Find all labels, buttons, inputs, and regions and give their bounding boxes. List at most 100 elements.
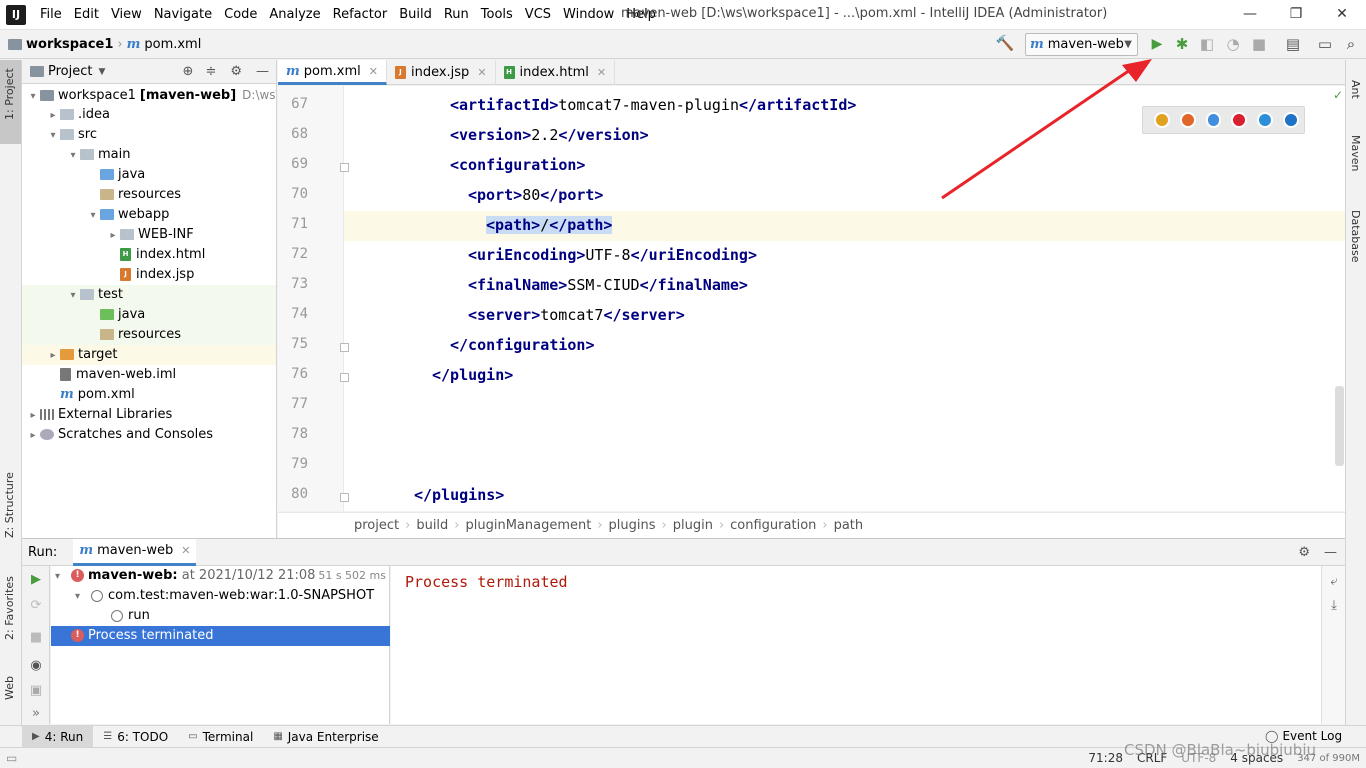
presentation-icon[interactable]: ▭	[1314, 33, 1336, 55]
profile-icon[interactable]: ◔	[1222, 33, 1244, 55]
run-icon[interactable]: ▶	[1146, 33, 1168, 55]
tree-item[interactable]: ▸ WEB-INF	[22, 225, 276, 246]
xml-breadcrumb-item[interactable]: pluginManagement	[466, 518, 592, 533]
tree-item[interactable]: java	[22, 305, 276, 325]
tree-item[interactable]: Hindex.html	[22, 245, 276, 265]
hide-panel-icon[interactable]: —	[1324, 545, 1337, 560]
eye-icon[interactable]: ◉	[28, 658, 44, 674]
code-editor[interactable]: 67 68 69 70 71 72 73 74 75 76 77 78 79 80 <artifactId…	[278, 86, 1345, 511]
xml-breadcrumb-item[interactable]: plugin	[673, 518, 713, 533]
chevron-down-icon[interactable]: ▾	[66, 286, 80, 306]
fold-marker[interactable]	[340, 163, 349, 172]
editor-tab-index-jsp[interactable]: Jindex.jsp ✕	[387, 60, 496, 85]
tool-tab-maven[interactable]: Maven	[1349, 135, 1362, 171]
ie-icon[interactable]	[1257, 112, 1274, 128]
gear-icon[interactable]: ⚙	[230, 64, 242, 79]
xml-breadcrumb-item[interactable]: build	[416, 518, 448, 533]
fold-marker[interactable]	[340, 493, 349, 502]
tool-tab--todo[interactable]: ☰ 6: TODO	[93, 726, 178, 748]
tool-tab-favorites[interactable]: 2: Favorites	[3, 576, 16, 640]
tree-item[interactable]: ▸ External Libraries	[22, 405, 276, 426]
chevron-right-icon[interactable]: ▸	[46, 106, 60, 126]
tree-item[interactable]: ▾ test	[22, 285, 276, 306]
xml-breadcrumb-item[interactable]: path	[834, 518, 864, 533]
status-layout-icon[interactable]: ▭	[6, 751, 17, 765]
xml-breadcrumb-item[interactable]: project	[354, 518, 399, 533]
tool-tab--run[interactable]: ▶ 4: Run	[22, 725, 94, 748]
chevron-right-icon[interactable]: ▸	[26, 406, 40, 426]
chevron-down-icon[interactable]: ▾	[75, 587, 91, 607]
tree-item[interactable]: ▸ Scratches and Consoles	[22, 425, 276, 446]
chevron-right-icon[interactable]: ▸	[26, 426, 40, 446]
chevron-down-icon[interactable]: ▼	[98, 67, 105, 77]
editor-tab-index-html[interactable]: Hindex.html ✕	[496, 60, 616, 85]
tool-tab-ant[interactable]: Ant	[1349, 80, 1362, 99]
tree-item[interactable]: Jindex.jsp	[22, 265, 276, 285]
tool-tab-project[interactable]: 1: Project	[3, 68, 16, 120]
stop-icon[interactable]: ■	[28, 630, 44, 646]
search-icon[interactable]: ⌕	[1340, 33, 1362, 55]
tree-item[interactable]: ▸ target	[22, 345, 276, 366]
chevron-down-icon[interactable]: ▾	[55, 567, 71, 587]
soft-wrap-icon[interactable]: ⤶	[1326, 574, 1342, 590]
caret-position[interactable]: 71:28	[1088, 751, 1123, 765]
run-console[interactable]: Process terminated	[391, 566, 1321, 724]
menu-build[interactable]: Build	[393, 0, 438, 30]
close-icon[interactable]: ✕	[477, 66, 486, 79]
scroll-to-end-icon[interactable]: ⤓	[1326, 598, 1342, 614]
firefox-icon[interactable]	[1179, 112, 1196, 128]
debug-icon[interactable]: ✱	[1171, 33, 1193, 55]
gear-icon[interactable]: ⚙	[1298, 545, 1310, 560]
rerun-icon[interactable]: ▶	[28, 572, 44, 588]
tree-item[interactable]: ▸ .idea	[22, 105, 276, 126]
stop-icon[interactable]: ■	[1248, 33, 1270, 55]
menu-analyze[interactable]: Analyze	[263, 0, 326, 30]
menu-vcs[interactable]: VCS	[519, 0, 557, 30]
minimize-button[interactable]: —	[1227, 0, 1273, 30]
xml-breadcrumb-item[interactable]: plugins	[609, 518, 656, 533]
editor-scrollbar[interactable]	[1335, 386, 1344, 466]
tree-item[interactable]: maven-web.iml	[22, 365, 276, 385]
breadcrumb-project[interactable]: workspace1	[26, 37, 113, 52]
tree-item[interactable]: ▾ main	[22, 145, 276, 165]
close-icon[interactable]: ✕	[597, 66, 606, 79]
opera-icon[interactable]	[1231, 112, 1248, 128]
hide-panel-icon[interactable]: —	[256, 64, 269, 79]
fold-marker[interactable]	[340, 373, 349, 382]
xml-breadcrumb-item[interactable]: configuration	[730, 518, 816, 533]
menu-run[interactable]: Run	[438, 0, 475, 30]
project-view-title[interactable]: Project	[48, 64, 92, 79]
edge-icon[interactable]	[1283, 112, 1299, 128]
more-icon[interactable]: »	[28, 706, 44, 722]
run-tree-item[interactable]: ▾! maven-web: at 2021/10/12 21:08 51 s 502…	[51, 566, 390, 586]
maximize-button[interactable]: ❐	[1273, 0, 1319, 30]
tool-tab-terminal[interactable]: ▭ Terminal	[178, 726, 263, 748]
tree-item[interactable]: ▾ src	[22, 125, 276, 146]
run-tree-item[interactable]: run	[51, 606, 390, 626]
run-configuration-select[interactable]: m maven-web ▼	[1025, 33, 1138, 56]
rerun-failed-icon[interactable]: ⟳	[28, 598, 44, 614]
chevron-down-icon[interactable]: ▾	[86, 206, 100, 226]
menu-file[interactable]: File	[34, 0, 68, 30]
chevron-right-icon[interactable]: ▸	[106, 226, 120, 246]
tree-item[interactable]: m pom.xml	[22, 385, 276, 405]
menu-edit[interactable]: Edit	[68, 0, 105, 30]
tree-item[interactable]: resources	[22, 185, 276, 205]
tree-item[interactable]: resources	[22, 325, 276, 345]
menu-refactor[interactable]: Refactor	[327, 0, 394, 30]
tool-tab-web[interactable]: Web	[3, 676, 16, 700]
menu-tools[interactable]: Tools	[475, 0, 519, 30]
close-button[interactable]: ✕	[1319, 0, 1365, 30]
fold-marker[interactable]	[340, 343, 349, 352]
tool-tab-java-enterprise[interactable]: ▦ Java Enterprise	[263, 726, 388, 748]
collapse-all-icon[interactable]: ≑	[205, 64, 216, 79]
camera-icon[interactable]: ▣	[28, 683, 44, 699]
run-tab-maven-web[interactable]: m maven-web ✕	[73, 538, 197, 566]
chevron-down-icon[interactable]: ▾	[26, 87, 40, 107]
coverage-icon[interactable]: ◧	[1196, 33, 1218, 55]
tool-tab-structure[interactable]: Z: Structure	[3, 472, 16, 538]
chevron-down-icon[interactable]: ▾	[46, 126, 60, 146]
run-tree-item[interactable]: ▾ com.test:maven-web:war:1.0-SNAPSHOT	[51, 586, 390, 606]
menu-view[interactable]: View	[105, 0, 148, 30]
chevron-right-icon[interactable]: ▸	[46, 346, 60, 366]
